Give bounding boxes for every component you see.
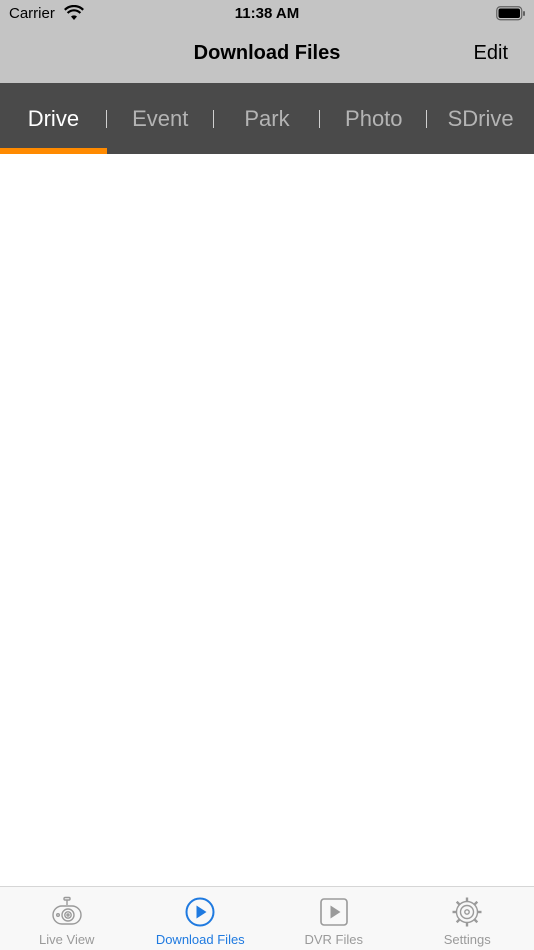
tab-label: Event	[132, 105, 189, 131]
tabbar-label: Live View	[39, 932, 95, 947]
download-files-screen: Carrier 11:38 AM Download Files Edit Dri…	[0, 0, 534, 950]
dashcam-icon	[52, 896, 82, 925]
tab-event[interactable]: Event	[107, 83, 214, 154]
play-square-icon	[319, 898, 348, 926]
tabbar-label: DVR Files	[304, 932, 363, 947]
tab-label: Photo	[345, 105, 403, 131]
tab-label: Park	[244, 105, 290, 131]
tabbar-item-live-view[interactable]: Live View	[0, 887, 134, 950]
tabbar-item-dvr-files[interactable]: DVR Files	[267, 887, 401, 950]
tab-sdrive[interactable]: SDrive	[427, 83, 534, 154]
play-circle-icon	[185, 897, 215, 927]
status-bar: Carrier 11:38 AM	[0, 0, 534, 28]
tab-park[interactable]: Park	[214, 83, 321, 154]
gear-icon	[452, 897, 482, 927]
tab-label: SDrive	[447, 105, 514, 131]
battery-icon	[496, 6, 525, 21]
page-title: Download Files	[193, 42, 341, 64]
tabbar-item-settings[interactable]: Settings	[401, 887, 534, 950]
segment-tabs: Drive Event Park Photo SDrive	[0, 83, 534, 154]
tab-photo[interactable]: Photo	[320, 83, 428, 154]
tab-label: Drive	[27, 105, 80, 131]
file-list	[0, 154, 534, 886]
header: Carrier 11:38 AM Download Files Edit	[0, 0, 534, 83]
tabbar-label: Settings	[443, 932, 491, 947]
edit-button[interactable]: Edit	[474, 42, 508, 65]
tab-drive[interactable]: Drive	[0, 83, 107, 154]
tabbar-item-download-files[interactable]: Download Files	[134, 887, 268, 950]
tabbar-label: Download Files	[155, 932, 245, 947]
status-time: 11:38 AM	[234, 5, 300, 22]
bottom-tab-bar: Live View Download Files DVR Files Setti…	[0, 886, 534, 950]
